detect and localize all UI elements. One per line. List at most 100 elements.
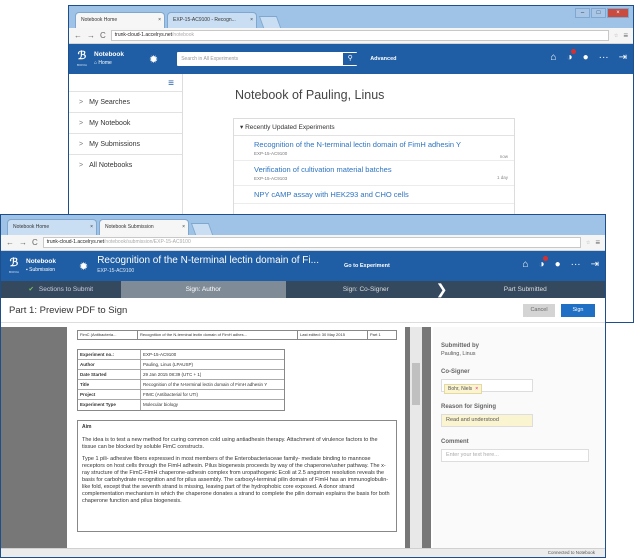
logout-icon[interactable]: ⇥: [619, 52, 627, 63]
aim-heading: Aim: [82, 424, 92, 430]
hamburger-icon[interactable]: ≡: [69, 74, 182, 91]
meta-value: 29 Jan 2015 08:39 (UTC + 1): [143, 372, 202, 377]
experiment-link[interactable]: Verification of cultivation material bat…: [254, 165, 508, 174]
gear-icon[interactable]: ✹: [79, 260, 88, 273]
cosigner-field[interactable]: Bohr, Niels ×: [441, 379, 533, 394]
table-row: Date Started 29 Jan 2015 08:39 (UTC + 1): [78, 370, 284, 380]
pdf-viewer[interactable]: FimC (Antibacteria... Recognition of the…: [1, 327, 431, 548]
home-icon[interactable]: ⌂: [550, 52, 556, 63]
logo: ℬ BIOVIA: [76, 50, 87, 67]
maximize-icon[interactable]: □: [591, 8, 606, 18]
chevron-right-icon: >: [79, 99, 84, 106]
step-sign-cosigner[interactable]: Sign: Co-Signer ❯: [286, 281, 448, 298]
app-section-label: Home: [98, 60, 112, 66]
bookmark-star-icon[interactable]: ☆: [586, 240, 590, 246]
tab-label: EXP-15-AC9100 - Recogn...: [173, 17, 236, 23]
search-icon[interactable]: ⚲: [343, 53, 358, 65]
step-sections-to-submit[interactable]: ✔ Sections to Submit: [1, 281, 121, 298]
list-item[interactable]: Recognition of the N-terminal lectin dom…: [234, 136, 514, 161]
list-item[interactable]: Verification of cultivation material bat…: [234, 161, 514, 186]
experiment-title-text: Recognition of the N-terminal lectin dom…: [97, 255, 319, 266]
panel-header[interactable]: ▾ Recently Updated Experiments: [234, 119, 514, 136]
bookmark-star-icon[interactable]: ☆: [614, 33, 618, 39]
tab-experiment[interactable]: EXP-15-AC9100 - Recogn... ×: [167, 12, 257, 28]
user-icon[interactable]: ●: [583, 52, 589, 63]
remove-icon[interactable]: ×: [475, 386, 478, 392]
tab-notebook-home[interactable]: Notebook Home ×: [75, 12, 165, 28]
pdf-scrollbar[interactable]: [410, 327, 422, 548]
scrollbar-thumb[interactable]: [412, 363, 420, 405]
reload-icon[interactable]: C: [32, 238, 38, 247]
cancel-button[interactable]: Cancel: [523, 304, 555, 317]
experiment-id: EXP-15-AC9100: [97, 268, 135, 274]
meta-value: EXP-15-AC9100: [143, 352, 177, 357]
experiment-id: EXP-15-AC9100: [254, 151, 288, 156]
meta-value: FIMC (Antibacterial for UTI): [143, 392, 199, 397]
close-tab-icon[interactable]: ×: [158, 13, 161, 28]
reason-select[interactable]: Read and understood: [441, 414, 533, 427]
meta-value: Recognition of the N-terminal lectin dom…: [143, 382, 268, 387]
app-brand[interactable]: Notebook ▪ Submission: [26, 258, 56, 274]
more-icon[interactable]: ···: [571, 259, 581, 270]
sidebar-item-my-searches[interactable]: > My Searches: [69, 91, 182, 112]
experiment-link[interactable]: NPY cAMP assay with HEK293 and CHO cells: [254, 190, 508, 199]
app-name: Notebook: [26, 258, 56, 265]
gear-icon[interactable]: ✹: [149, 53, 158, 66]
logout-icon[interactable]: ⇥: [591, 259, 599, 270]
new-tab-button[interactable]: [258, 16, 282, 28]
close-tab-icon[interactable]: ×: [182, 220, 185, 235]
go-to-experiment-link[interactable]: Go to Experiment: [344, 263, 390, 269]
browser-tab-bar: Notebook Home × Notebook Submission ×: [1, 215, 605, 235]
app-header: ℬ BIOVIA Notebook ▪ Submission ✹ Recognit…: [1, 251, 605, 281]
list-item[interactable]: NPY cAMP assay with HEK293 and CHO cells: [234, 186, 514, 204]
experiment-link[interactable]: Recognition of the N-terminal lectin dom…: [254, 140, 508, 149]
close-tab-icon[interactable]: ×: [90, 220, 93, 235]
step-sign-author[interactable]: Sign: Author: [120, 281, 287, 298]
submitted-by-value: Pauling, Linus: [441, 351, 476, 357]
reload-icon[interactable]: C: [100, 31, 106, 40]
menu-icon[interactable]: ≡: [623, 31, 628, 40]
url-field[interactable]: trunk-cloud-1.accelrys.net/notebook: [110, 30, 609, 41]
app-brand[interactable]: Notebook ⌂ Home: [94, 51, 124, 67]
meta-key: Author: [78, 360, 141, 369]
experiment-time: 1 day: [496, 175, 508, 180]
menu-icon[interactable]: ≡: [595, 238, 600, 247]
back-arrow-icon[interactable]: ←: [74, 31, 82, 40]
user-icon[interactable]: ●: [555, 259, 561, 270]
sidebar-item-all-notebooks[interactable]: > All Notebooks: [69, 154, 182, 175]
table-row: Experiment Type Molecular biology: [78, 400, 284, 410]
tab-notebook-home[interactable]: Notebook Home ×: [7, 219, 97, 235]
reason-label: Reason for Signing: [441, 404, 497, 410]
url-path: /notebook: [172, 32, 194, 38]
forward-arrow-icon[interactable]: →: [87, 31, 95, 40]
step-label: Sign: Co-Signer: [342, 286, 389, 293]
back-arrow-icon[interactable]: ←: [6, 238, 14, 247]
search-input[interactable]: Search in All Experiments ⚲: [177, 52, 358, 66]
sign-button[interactable]: Sign: [561, 304, 595, 317]
pdf-header-cell: Last edited: 30 May 2015: [298, 331, 368, 339]
home-icon[interactable]: ⌂: [522, 259, 528, 270]
url-field[interactable]: trunk-cloud-1.accelrys.net/notebook/subm…: [42, 237, 581, 248]
tab-notebook-submission[interactable]: Notebook Submission ×: [99, 219, 189, 235]
sidebar-item-label: All Notebooks: [89, 162, 133, 169]
step-part-submitted[interactable]: Part Submitted: [446, 281, 605, 298]
advanced-search-link[interactable]: Advanced: [370, 56, 396, 62]
close-tab-icon[interactable]: ×: [250, 13, 253, 28]
forward-arrow-icon[interactable]: →: [19, 238, 27, 247]
sidebar-item-label: My Searches: [89, 99, 130, 106]
meta-key: Experiment Type: [78, 400, 141, 410]
more-icon[interactable]: ···: [599, 52, 609, 63]
logo: ℬ BIOVIA: [8, 257, 19, 274]
minimize-icon[interactable]: –: [575, 8, 590, 18]
new-tab-button[interactable]: [190, 223, 214, 235]
sidebar-item-my-notebook[interactable]: > My Notebook: [69, 112, 182, 133]
submitted-by-label: Submitted by: [441, 343, 480, 349]
pdf-aim-section: Aim The idea is to test a new method for…: [77, 420, 397, 532]
pdf-header-cell: Part 1: [370, 332, 381, 337]
notifications-icon[interactable]: ◑: [567, 49, 576, 63]
comment-input[interactable]: Enter your text here...: [441, 449, 589, 462]
sidebar-item-my-submissions[interactable]: > My Submissions: [69, 133, 182, 154]
notifications-icon[interactable]: ◑: [539, 256, 548, 270]
cosigner-chip[interactable]: Bohr, Niels ×: [444, 384, 483, 394]
close-window-icon[interactable]: ×: [607, 8, 629, 18]
